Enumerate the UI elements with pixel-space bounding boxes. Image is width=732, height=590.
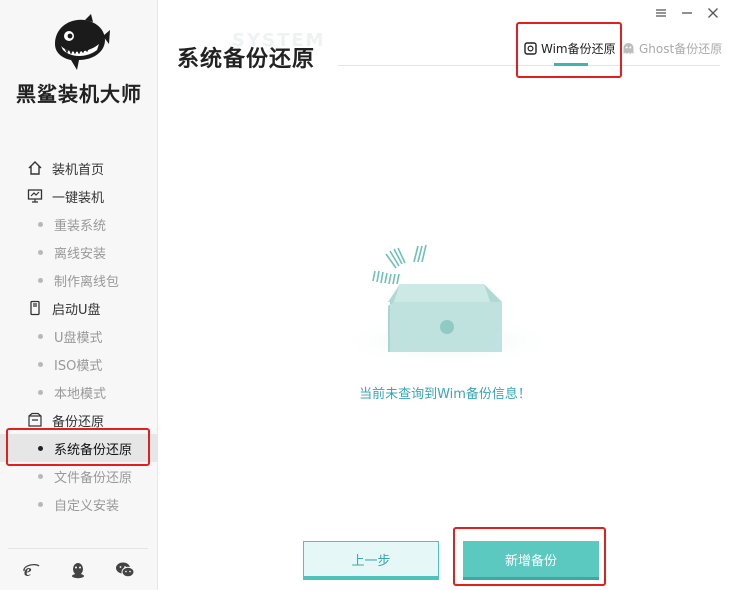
- sidebar-item-backup-restore[interactable]: 备份还原: [0, 406, 158, 434]
- ie-browser-icon[interactable]: e: [21, 560, 41, 580]
- bullet-dot: [38, 277, 43, 283]
- ghost-icon: [621, 41, 635, 55]
- empty-box-icon: [330, 236, 566, 376]
- logo: [0, 14, 158, 76]
- sidebar-item-label: 文件备份还原: [54, 470, 133, 486]
- backup-icon: [26, 411, 44, 429]
- bullet-dot: [38, 333, 43, 339]
- sidebar-item-label: 自定义安装: [54, 498, 120, 514]
- bullet-dot: [38, 445, 43, 451]
- sidebar-item-label: 系统备份还原: [54, 442, 133, 458]
- sidebar-item-label: 一键装机: [52, 190, 105, 206]
- tab-label: Ghost备份还原: [639, 41, 723, 56]
- sidebar-item-offline-install[interactable]: 离线安装: [0, 238, 158, 266]
- tab-wim-backup-restore[interactable]: Wim备份还原: [523, 38, 616, 58]
- header-divider: [338, 65, 720, 66]
- wim-disk-icon: [523, 41, 537, 55]
- sidebar-item-make-offline-package[interactable]: 制作离线包: [0, 266, 158, 294]
- sidebar-item-home[interactable]: 装机首页: [0, 154, 158, 182]
- sidebar-item-usb-mode[interactable]: U盘模式: [0, 322, 158, 350]
- home-icon: [26, 159, 44, 177]
- sidebar-item-one-click-install[interactable]: 一键装机: [0, 182, 158, 210]
- sidebar-item-custom-install[interactable]: 自定义安装: [0, 490, 158, 518]
- tab-ghost-backup-restore[interactable]: Ghost备份还原: [621, 38, 722, 58]
- sidebar-item-label: 制作离线包: [54, 274, 120, 290]
- usb-drive-icon: [26, 299, 44, 317]
- sidebar-item-boot-usb[interactable]: 启动U盘: [0, 294, 158, 322]
- sidebar-item-file-backup-restore[interactable]: 文件备份还原: [0, 462, 158, 490]
- empty-state-text: 当前未查询到Wim备份信息！: [359, 387, 531, 402]
- sidebar-item-label: 启动U盘: [52, 302, 101, 318]
- qq-penguin-icon[interactable]: [68, 560, 88, 580]
- sidebar-nav: 装机首页 一键装机 重装系统 离线安装 制作离线包 启动U盘 U盘模式 ISO模…: [0, 154, 158, 518]
- sidebar-item-label: 离线安装: [54, 246, 107, 262]
- sidebar-item-iso-mode[interactable]: ISO模式: [0, 350, 158, 378]
- new-backup-button[interactable]: 新增备份: [463, 541, 599, 577]
- sidebar-item-system-backup-restore[interactable]: 系统备份还原: [0, 434, 158, 462]
- sidebar-item-label: 重装系统: [54, 218, 107, 234]
- close-icon[interactable]: [706, 6, 720, 20]
- active-tab-indicator: [554, 63, 588, 66]
- sidebar-item-label: 装机首页: [52, 162, 105, 178]
- page-title: 系统备份还原: [177, 47, 316, 72]
- bullet-dot: [38, 221, 43, 227]
- tab-label: Wim备份还原: [541, 41, 616, 56]
- brand-name: 黑鲨装机大师: [16, 82, 142, 106]
- sidebar-item-label: ISO模式: [54, 358, 103, 374]
- sidebar-item-reinstall-system[interactable]: 重装系统: [0, 210, 158, 238]
- window-controls: [654, 6, 720, 20]
- menu-icon[interactable]: [654, 6, 668, 20]
- empty-state-message: 当前未查询到Wim备份信息！: [0, 383, 732, 402]
- previous-step-button[interactable]: 上一步: [303, 541, 439, 577]
- sidebar-item-label: 备份还原: [52, 414, 105, 430]
- svg-text:e: e: [24, 561, 32, 579]
- sidebar-item-label: U盘模式: [54, 330, 103, 346]
- minimize-icon[interactable]: [680, 6, 694, 20]
- bullet-dot: [38, 361, 43, 367]
- bullet-dot: [38, 473, 43, 479]
- wechat-icon[interactable]: [115, 560, 135, 580]
- sidebar-footer: e: [8, 548, 148, 590]
- bullet-dot: [38, 501, 43, 507]
- shark-logo-icon: [55, 14, 110, 71]
- sidebar: 黑鲨装机大师 装机首页 一键装机 重装系统 离线安装 制作离线包 启动U盘 U盘…: [0, 0, 158, 590]
- bullet-dot: [38, 249, 43, 255]
- monitor-icon: [26, 187, 44, 205]
